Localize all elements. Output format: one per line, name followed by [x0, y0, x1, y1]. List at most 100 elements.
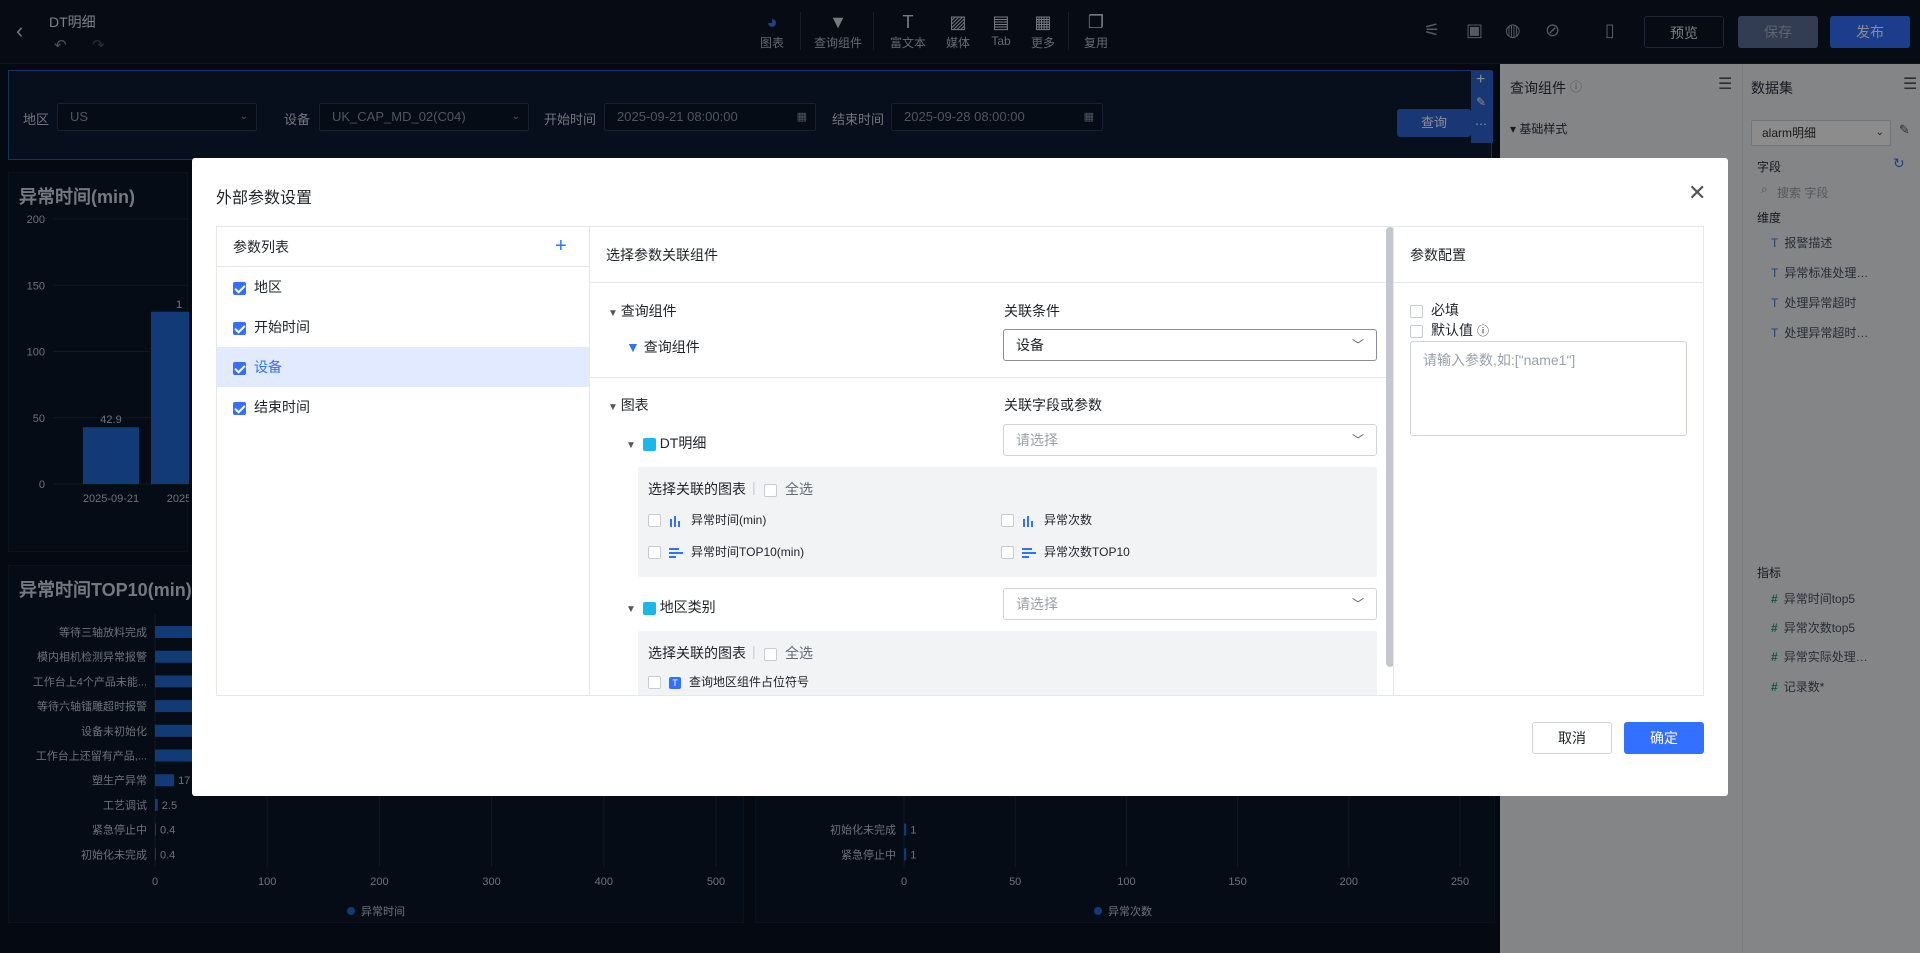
select-chart-label: 选择关联的图表 [648, 645, 746, 661]
param-label: 设备 [254, 359, 282, 375]
select-placeholder: 请选择 [1016, 596, 1058, 612]
param-checkbox[interactable] [233, 401, 246, 415]
divider: | [752, 643, 756, 659]
external-params-dialog: 外部参数设置 ✕ 参数列表 + 地区开始时间设备结束时间 选择参数关联组件 ▼ … [192, 158, 1728, 796]
param-list-title: 参数列表 [233, 239, 289, 255]
chart-option-label: 异常次数TOP10 [1044, 545, 1130, 559]
checkbox[interactable] [764, 647, 777, 661]
query-component-label: 查询组件 [643, 339, 700, 355]
dialog-title: 外部参数设置 [216, 190, 313, 207]
chart-group-label: 图表 [620, 397, 649, 413]
param-config-header: 参数配置 [1394, 227, 1703, 283]
chart-option[interactable]: T 查询地区组件占位符号 [648, 673, 809, 690]
hbar-chart-icon [1022, 547, 1036, 558]
chart-option[interactable]: 异常次数 [1001, 511, 1092, 528]
caret-down-icon: ▼ [608, 308, 621, 319]
param-config-column: 参数配置 必填 默认值 ⓘ 请输入参数,如:["name1"] [1394, 227, 1703, 695]
text-component-icon: T [669, 676, 681, 689]
select-all-label: 全选 [785, 481, 813, 497]
chevron-down-icon: ﹀ [1351, 338, 1364, 352]
dt-chart-select-box: 选择关联的图表 | 全选 异常时间(min) 异常次数 异常时间TOP10(mi… [638, 467, 1377, 577]
checkbox[interactable] [648, 546, 661, 560]
confirm-button[interactable]: 确定 [1624, 722, 1704, 754]
divider [590, 377, 1386, 378]
association-header: 选择参数关联组件 [590, 227, 1393, 283]
hbar-chart-icon [669, 547, 683, 558]
region-group-label: 地区类别 [659, 599, 716, 615]
chart-option[interactable]: 异常时间TOP10(min) [648, 543, 804, 560]
region-field-select[interactable]: 请选择 ﹀ [1003, 588, 1377, 620]
select-all-label: 全选 [785, 645, 813, 661]
checkbox[interactable] [764, 483, 777, 497]
param-list-header: 参数列表 [217, 227, 589, 267]
chart-option[interactable]: 异常时间(min) [648, 511, 766, 528]
dt-group-label: DT明细 [659, 435, 707, 451]
dt-field-select[interactable]: 请选择 ﹀ [1003, 424, 1377, 456]
bar-chart-icon [670, 515, 680, 527]
param-checkbox[interactable] [233, 361, 246, 375]
checkbox[interactable] [648, 676, 661, 690]
caret-down-icon: ▼ [626, 440, 639, 451]
divider: | [752, 479, 756, 495]
filter-icon: ▼ [626, 339, 644, 355]
param-checkbox[interactable] [233, 321, 246, 335]
add-param-icon[interactable]: + [555, 235, 567, 258]
query-group-label: 查询组件 [620, 303, 677, 319]
select-placeholder: 请选择 [1016, 432, 1058, 448]
param-label: 结束时间 [254, 399, 310, 415]
checkbox[interactable] [1001, 514, 1014, 528]
association-column: 选择参数关联组件 ▼ 查询组件 关联条件 ▼ 查询组件 设备 ﹀ ▼ 图表 关联字… [590, 227, 1394, 695]
checkbox[interactable] [648, 514, 661, 528]
field-or-param-label: 关联字段或参数 [1004, 397, 1102, 413]
default-value-checkbox[interactable]: 默认值 ⓘ [1410, 320, 1489, 340]
association-title: 选择参数关联组件 [606, 247, 718, 263]
param-label: 开始时间 [254, 319, 310, 335]
caret-down-icon: ▼ [626, 604, 639, 615]
select-all-checkbox[interactable]: 全选 [764, 479, 813, 499]
param-item[interactable]: 开始时间 [217, 307, 590, 347]
checkbox[interactable] [1001, 546, 1014, 560]
chevron-down-icon: ﹀ [1351, 597, 1364, 611]
required-label: 必填 [1431, 302, 1459, 318]
chevron-down-icon: ﹀ [1351, 433, 1364, 447]
chart-option-label: 异常时间TOP10(min) [691, 545, 805, 559]
param-item[interactable]: 设备 [217, 347, 590, 387]
checkbox[interactable] [1410, 324, 1423, 338]
region-category-toggle[interactable]: ▼ 地区类别 [626, 597, 716, 617]
required-checkbox[interactable]: 必填 [1410, 300, 1459, 320]
chart-option-label: 查询地区组件占位符号 [689, 675, 810, 689]
close-icon[interactable]: ✕ [1688, 180, 1706, 206]
region-chart-select-box: 选择关联的图表 | 全选 T 查询地区组件占位符号 [638, 631, 1377, 695]
param-list-column: 参数列表 + 地区开始时间设备结束时间 [217, 227, 590, 695]
chart-option[interactable]: 异常次数TOP10 [1001, 543, 1130, 560]
condition-value: 设备 [1016, 337, 1044, 353]
dialog-body: 参数列表 + 地区开始时间设备结束时间 选择参数关联组件 ▼ 查询组件 关联条件… [216, 226, 1704, 696]
checkbox[interactable] [1410, 304, 1423, 318]
cancel-button[interactable]: 取消 [1532, 722, 1612, 754]
scrollbar-thumb[interactable] [1386, 227, 1393, 667]
textarea-placeholder: 请输入参数,如:["name1"] [1423, 352, 1576, 368]
query-component-item: ▼ 查询组件 [626, 337, 700, 357]
dt-detail-toggle[interactable]: ▼ DT明细 [626, 433, 706, 453]
bar-chart-icon [1023, 515, 1033, 527]
chart-group-toggle[interactable]: ▼ 图表 [608, 395, 649, 415]
param-checkbox[interactable] [233, 281, 246, 295]
param-config-title: 参数配置 [1410, 247, 1466, 263]
condition-label: 关联条件 [1004, 303, 1060, 319]
chart-option-label: 异常时间(min) [691, 513, 767, 527]
select-chart-label: 选择关联的图表 [648, 481, 746, 497]
select-all-checkbox[interactable]: 全选 [764, 643, 813, 663]
info-icon: ⓘ [1477, 324, 1490, 338]
condition-select[interactable]: 设备 ﹀ [1003, 329, 1377, 361]
caret-down-icon: ▼ [608, 402, 621, 413]
default-value-textarea[interactable]: 请输入参数,如:["name1"] [1410, 341, 1687, 436]
param-label: 地区 [254, 279, 282, 295]
param-item[interactable]: 结束时间 [217, 387, 590, 427]
chart-option-label: 异常次数 [1044, 513, 1093, 527]
param-item[interactable]: 地区 [217, 267, 590, 307]
default-value-label: 默认值 [1431, 322, 1473, 338]
dataset-icon [642, 601, 656, 615]
dataset-icon [642, 437, 656, 451]
query-group-toggle[interactable]: ▼ 查询组件 [608, 301, 677, 321]
param-list: 地区开始时间设备结束时间 [217, 267, 590, 427]
